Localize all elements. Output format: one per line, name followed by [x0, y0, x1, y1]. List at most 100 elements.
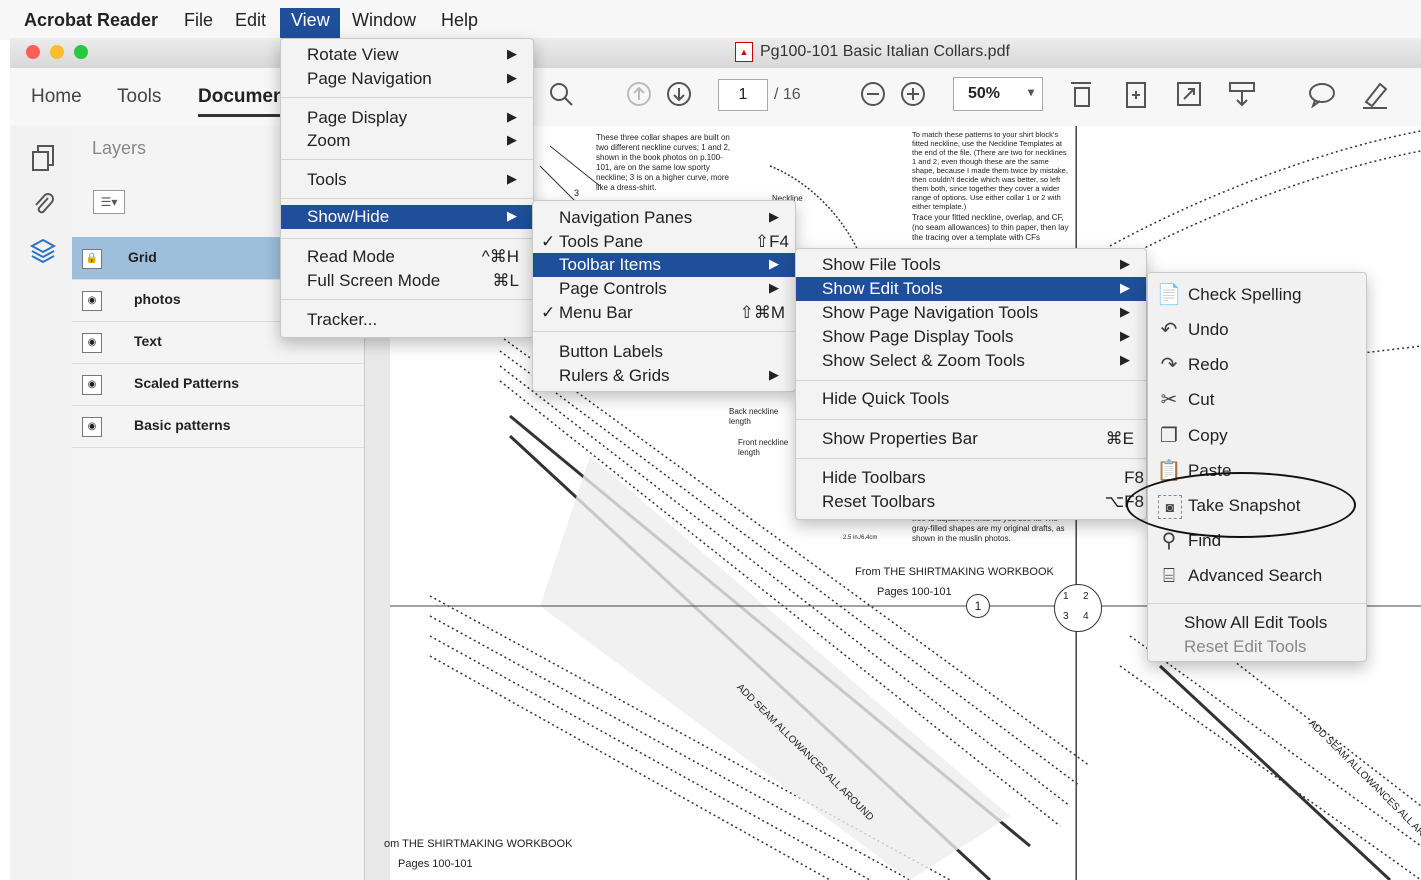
eye-icon[interactable]: ◉	[82, 375, 102, 395]
menu-separator	[281, 159, 533, 160]
menu-item-navigation-panes[interactable]: Navigation Panes ▶	[533, 206, 795, 230]
menu-item-undo[interactable]: ↶ Undo	[1148, 314, 1366, 346]
chevron-right-icon: ▶	[1120, 328, 1130, 343]
layers-icon[interactable]	[28, 236, 58, 266]
menubar-help[interactable]: Help	[441, 10, 478, 31]
menu-item-show-properties-bar[interactable]: Show Properties Bar ⌘E	[796, 427, 1146, 451]
layer-row-basic-patterns[interactable]: ◉ Basic patterns	[72, 405, 364, 448]
doc-footer-pages: Pages 100-101	[877, 586, 952, 598]
menu-item-reset-toolbars[interactable]: Reset Toolbars ⌥F8	[796, 490, 1146, 514]
annotation-ellipse	[1126, 472, 1356, 538]
fit-page-icon[interactable]	[1066, 80, 1096, 110]
menu-item-show-hide[interactable]: Show/Hide ▶	[281, 205, 533, 229]
menu-item-check-spelling[interactable]: 📄 Check Spelling	[1148, 279, 1366, 311]
doc-footer-credit: From THE SHIRTMAKING WORKBOOK	[855, 566, 1054, 578]
menu-item-page-navigation[interactable]: Page Navigation ▶	[281, 67, 533, 91]
eye-icon[interactable]: ◉	[82, 333, 102, 353]
doc-footer-pages-2: Pages 100-101	[398, 858, 473, 870]
menu-item-tracker[interactable]: Tracker...	[281, 308, 533, 332]
zoom-out-icon[interactable]	[858, 80, 888, 110]
menu-item-show-edit-tools[interactable]: Show Edit Tools ▶	[796, 277, 1146, 301]
menu-item-advanced-search[interactable]: ⌸ Advanced Search	[1148, 560, 1366, 592]
menu-item-rotate-view[interactable]: Rotate View ▶	[281, 43, 533, 67]
menu-item-toolbar-items[interactable]: Toolbar Items ▶	[533, 253, 795, 277]
menu-item-read-mode[interactable]: Read Mode ^⌘H	[281, 245, 533, 269]
tab-document[interactable]: Documen	[198, 86, 285, 117]
menu-item-reset-edit-tools[interactable]: Reset Edit Tools	[1148, 631, 1366, 663]
menu-separator	[1148, 603, 1366, 604]
scroll-mode-icon[interactable]	[1227, 80, 1257, 110]
menu-item-cut[interactable]: ✂ Cut	[1148, 384, 1366, 416]
menu-item-show-select-zoom-tools[interactable]: Show Select & Zoom Tools ▶	[796, 349, 1146, 373]
grid-cell: 4	[1083, 611, 1089, 622]
menubar-window[interactable]: Window	[352, 10, 416, 31]
chevron-right-icon: ▶	[769, 209, 779, 224]
menu-item-hide-toolbars[interactable]: Hide Toolbars F8	[796, 466, 1146, 490]
chevron-right-icon: ▶	[1120, 256, 1130, 271]
page-up-icon[interactable]	[624, 80, 654, 110]
menubar-file[interactable]: File	[184, 10, 213, 31]
lock-icon[interactable]: 🔒	[82, 249, 102, 269]
doc-text-collar-shapes: These three collar shapes are built on t…	[596, 133, 731, 192]
doc-footer-credit-2: om THE SHIRTMAKING WORKBOOK	[384, 838, 573, 850]
menu-item-show-page-navigation-tools[interactable]: Show Page Navigation Tools ▶	[796, 301, 1146, 325]
doc-back-neckline-label: Back neckline length	[729, 407, 779, 426]
rotate-icon[interactable]	[1121, 80, 1151, 110]
zoom-in-icon[interactable]	[898, 80, 928, 110]
menu-separator	[796, 380, 1146, 381]
menu-item-tools-pane[interactable]: ✓ Tools Pane ⇧F4	[533, 230, 795, 254]
menu-item-full-screen-mode[interactable]: Full Screen Mode ⌘L	[281, 269, 533, 293]
menu-item-show-file-tools[interactable]: Show File Tools ▶	[796, 253, 1146, 277]
grid-cell: 1	[1063, 591, 1069, 602]
doc-small-number: 3	[574, 188, 580, 198]
menubar-app-name[interactable]: Acrobat Reader	[24, 10, 158, 31]
minimize-window-button[interactable]	[50, 45, 64, 59]
menu-item-hide-quick-tools[interactable]: Hide Quick Tools	[796, 387, 1146, 411]
mac-menubar	[0, 0, 1421, 40]
doc-scale-note: 2.5 in./6.4cm	[843, 535, 878, 541]
full-screen-icon[interactable]	[1174, 80, 1204, 110]
menu-item-copy[interactable]: ❐ Copy	[1148, 420, 1366, 452]
chevron-right-icon: ▶	[1120, 280, 1130, 295]
chevron-right-icon: ▶	[507, 109, 517, 124]
menu-item-button-labels[interactable]: Button Labels	[533, 340, 795, 364]
menubar-edit[interactable]: Edit	[235, 10, 266, 31]
zoom-window-button[interactable]	[74, 45, 88, 59]
pages-icon[interactable]	[28, 144, 58, 174]
doc-front-neckline-label: Front neckline length	[738, 438, 789, 457]
menu-item-rulers-grids[interactable]: Rulers & Grids ▶	[533, 364, 795, 388]
layer-name: photos	[134, 291, 181, 307]
eye-icon[interactable]: ◉	[82, 291, 102, 311]
layer-row-scaled-patterns[interactable]: ◉ Scaled Patterns	[72, 363, 364, 406]
tab-tools[interactable]: Tools	[117, 86, 161, 108]
menu-item-zoom[interactable]: Zoom ▶	[281, 129, 533, 153]
tab-home[interactable]: Home	[31, 86, 82, 108]
menu-item-tools[interactable]: Tools ▶	[281, 168, 533, 192]
menu-item-page-controls[interactable]: Page Controls ▶	[533, 277, 795, 301]
layers-options-icon[interactable]: ☰▾	[93, 190, 125, 214]
menu-separator	[796, 458, 1146, 459]
eye-icon[interactable]: ◉	[82, 417, 102, 437]
menubar-view[interactable]: View	[291, 10, 330, 31]
chevron-down-icon: ▾	[1027, 85, 1034, 99]
page-down-icon[interactable]	[664, 80, 694, 110]
zoom-select[interactable]: 50% ▾	[953, 77, 1043, 111]
highlight-icon[interactable]	[1360, 80, 1390, 110]
close-window-button[interactable]	[26, 45, 40, 59]
menu-item-page-display[interactable]: Page Display ▶	[281, 106, 533, 130]
attachment-icon[interactable]	[28, 190, 58, 220]
grid-cell: 2	[1083, 591, 1089, 602]
doc-text-match-patterns: To match these patterns to your shirt bl…	[912, 130, 1068, 211]
comment-icon[interactable]	[1307, 80, 1337, 110]
toolbar-items-submenu: Show File Tools ▶ Show Edit Tools ▶ Show P…	[795, 248, 1147, 520]
search-icon[interactable]	[546, 80, 576, 110]
undo-icon: ↶	[1160, 319, 1178, 341]
chevron-right-icon: ▶	[507, 171, 517, 186]
menu-item-menu-bar[interactable]: ✓ Menu Bar ⇧⌘M	[533, 301, 795, 325]
menu-item-show-page-display-tools[interactable]: Show Page Display Tools ▶	[796, 325, 1146, 349]
binoculars-icon: ⌸	[1163, 565, 1175, 587]
menu-separator	[281, 97, 533, 98]
page-number-input[interactable]: 1	[718, 79, 768, 111]
chevron-right-icon: ▶	[507, 132, 517, 147]
menu-item-redo[interactable]: ↷ Redo	[1148, 349, 1366, 381]
